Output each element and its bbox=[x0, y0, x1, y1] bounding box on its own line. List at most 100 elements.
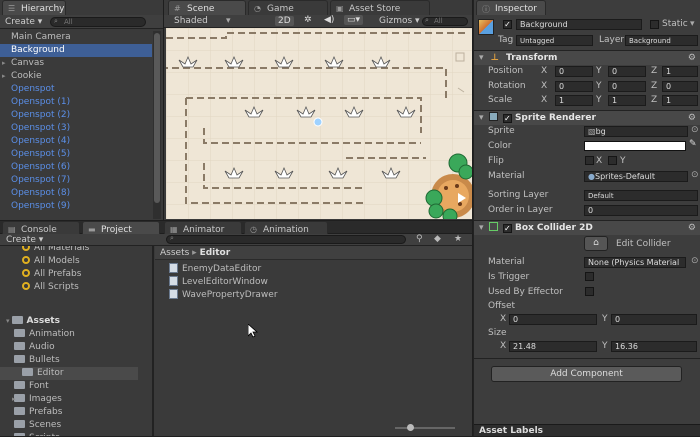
tab-animator[interactable]: ▦ Animator bbox=[164, 221, 242, 234]
sprite-renderer-header[interactable]: ▾ ✓ Sprite Renderer ⚙ bbox=[474, 110, 700, 125]
hierarchy-item[interactable]: Main Camera bbox=[0, 31, 152, 44]
hierarchy-item[interactable]: Openspot (5) bbox=[0, 148, 152, 161]
folder-item[interactable]: Editor bbox=[0, 367, 138, 380]
filter-by-type-icon[interactable]: ⚲ bbox=[416, 234, 423, 244]
hierarchy-item[interactable]: Openspot bbox=[0, 83, 152, 96]
sprite-field[interactable]: ▧bg bbox=[584, 126, 688, 137]
hierarchy-item[interactable]: Openspot (6) bbox=[0, 161, 152, 174]
offset-y-field[interactable]: 0 bbox=[611, 314, 697, 325]
scale-z-field[interactable]: 1 bbox=[662, 95, 698, 106]
expand-arrow-icon[interactable]: ▸ bbox=[2, 70, 6, 83]
rotation-z-field[interactable]: 0 bbox=[662, 80, 698, 92]
asset-labels-bar[interactable]: Asset Labels bbox=[474, 424, 700, 436]
size-y-field[interactable]: 16.36 bbox=[611, 341, 697, 352]
scene-viewport[interactable] bbox=[166, 28, 472, 219]
expand-arrow-icon[interactable]: ▸ bbox=[12, 393, 16, 406]
tab-console[interactable]: ▤ Console bbox=[2, 221, 80, 234]
color-swatch[interactable] bbox=[584, 141, 686, 151]
static-dropdown-icon[interactable]: ▾ bbox=[690, 19, 695, 29]
eyedropper-icon[interactable]: ✎ bbox=[689, 139, 697, 149]
material-picker-icon[interactable]: ⊙ bbox=[691, 170, 699, 180]
folder-item[interactable]: Bullets bbox=[14, 354, 152, 367]
folder-item[interactable]: Audio bbox=[14, 341, 152, 354]
script-file-item[interactable]: LevelEditorWindow bbox=[169, 276, 268, 289]
settings-gear-icon[interactable]: ⚙ bbox=[688, 51, 696, 65]
create-dropdown[interactable]: Create ▾ bbox=[5, 17, 42, 27]
audio-icon[interactable]: ◀) bbox=[324, 15, 334, 25]
favorite-item[interactable]: All Prefabs bbox=[22, 268, 81, 281]
folder-item[interactable]: Scenes bbox=[14, 419, 152, 432]
hierarchy-item[interactable]: ▸ Cookie bbox=[0, 70, 152, 83]
favorite-item[interactable]: All Materials bbox=[22, 246, 89, 255]
folder-item[interactable]: ▸ Images bbox=[12, 393, 152, 406]
folder-item[interactable]: Prefabs bbox=[14, 406, 152, 419]
sprite-picker-icon[interactable]: ⊙ bbox=[691, 125, 699, 135]
hierarchy-item[interactable]: Openspot (8) bbox=[0, 187, 152, 200]
project-search[interactable]: ⌕ bbox=[166, 234, 406, 244]
collider-material-picker-icon[interactable]: ⊙ bbox=[691, 256, 699, 266]
hierarchy-item[interactable]: ▸ Canvas bbox=[0, 57, 152, 70]
lighting-icon[interactable]: ✲ bbox=[304, 15, 312, 25]
edit-collider-button[interactable]: ⌂ bbox=[584, 236, 608, 251]
size-x-field[interactable]: 21.48 bbox=[509, 341, 597, 352]
scale-x-field[interactable]: 1 bbox=[555, 95, 593, 106]
script-file-item[interactable]: WavePropertyDrawer bbox=[169, 289, 278, 302]
used-by-effector-checkbox[interactable] bbox=[585, 287, 594, 296]
rotation-x-field[interactable]: 0 bbox=[555, 80, 593, 92]
layer-dropdown[interactable]: Background bbox=[625, 35, 698, 46]
hierarchy-item[interactable]: Openspot (4) bbox=[0, 135, 152, 148]
expand-arrow-icon[interactable]: ▸ bbox=[2, 57, 6, 70]
hierarchy-item[interactable]: Openspot (2) bbox=[0, 109, 152, 122]
collider-material-field[interactable]: None (Physics Material bbox=[584, 257, 686, 268]
material-field[interactable]: ●Sprites-Default bbox=[584, 171, 688, 182]
scene-search[interactable]: ⌕ All bbox=[422, 16, 468, 26]
breadcrumb-assets[interactable]: Assets bbox=[160, 248, 189, 258]
tab-inspector[interactable]: ⓘ Inspector bbox=[476, 0, 546, 15]
project-create-dropdown[interactable]: Create ▾ bbox=[6, 235, 43, 245]
sorting-layer-dropdown[interactable]: Default bbox=[584, 190, 698, 201]
position-y-field[interactable]: 0 bbox=[608, 66, 646, 77]
flip-y-checkbox[interactable] bbox=[608, 156, 617, 165]
shading-dropdown[interactable]: Shaded bbox=[174, 16, 208, 26]
tab-game[interactable]: ◔ Game bbox=[248, 0, 328, 15]
tab-scene[interactable]: # Scene bbox=[168, 0, 246, 15]
breadcrumb-editor[interactable]: Editor bbox=[200, 248, 231, 258]
object-name-field[interactable]: Background bbox=[516, 19, 642, 30]
hierarchy-item[interactable]: Background bbox=[0, 44, 152, 57]
folder-item[interactable]: Font bbox=[14, 380, 152, 393]
position-x-field[interactable]: 0 bbox=[555, 66, 593, 77]
is-trigger-checkbox[interactable] bbox=[585, 272, 594, 281]
zoom-slider[interactable] bbox=[395, 424, 455, 431]
hierarchy-item[interactable]: Openspot (3) bbox=[0, 122, 152, 135]
2d-toggle[interactable]: 2D bbox=[275, 16, 294, 26]
script-file-item[interactable]: EnemyDataEditor bbox=[169, 263, 261, 276]
offset-x-field[interactable]: 0 bbox=[509, 314, 597, 325]
favorite-icon[interactable]: ★ bbox=[454, 234, 462, 244]
box-collider-header[interactable]: ▾ ✓ Box Collider 2D ⚙ bbox=[474, 220, 700, 235]
settings-gear-icon[interactable]: ⚙ bbox=[688, 221, 696, 235]
order-in-layer-field[interactable]: 0 bbox=[584, 205, 698, 216]
assets-root-item[interactable]: ▾ Assets bbox=[6, 315, 60, 328]
effects-icon[interactable]: ▭▾ bbox=[344, 15, 364, 25]
add-component-button[interactable]: Add Component bbox=[491, 366, 682, 382]
hierarchy-item[interactable]: Openspot (9) bbox=[0, 200, 152, 213]
hierarchy-item[interactable]: Openspot (7) bbox=[0, 174, 152, 187]
folder-item[interactable]: Scripts bbox=[14, 432, 152, 436]
hierarchy-item[interactable]: Openspot (1) bbox=[0, 96, 152, 109]
sprite-renderer-enabled-checkbox[interactable]: ✓ bbox=[502, 114, 512, 123]
tab-animation[interactable]: ◷ Animation bbox=[244, 221, 328, 234]
static-checkbox[interactable] bbox=[650, 20, 659, 29]
box-collider-enabled-checkbox[interactable]: ✓ bbox=[502, 224, 512, 233]
position-z-field[interactable]: 1 bbox=[662, 66, 698, 77]
hierarchy-search[interactable]: ⌕ All bbox=[50, 17, 146, 27]
scale-y-field[interactable]: 1 bbox=[608, 95, 646, 106]
tab-hierarchy[interactable]: ☰ Hierarchy bbox=[2, 0, 66, 15]
favorite-item[interactable]: All Scripts bbox=[22, 281, 79, 294]
flip-x-checkbox[interactable] bbox=[585, 156, 594, 165]
tab-project[interactable]: ▬ Project bbox=[82, 221, 160, 234]
folder-item[interactable]: Animation bbox=[14, 328, 152, 341]
transform-header[interactable]: ▾ ⊥ Transform ⚙ bbox=[474, 50, 700, 65]
active-checkbox[interactable]: ✓ bbox=[503, 20, 512, 29]
hierarchy-scrollbar[interactable] bbox=[153, 31, 161, 219]
gizmos-dropdown[interactable]: Gizmos ▾ bbox=[379, 16, 420, 26]
